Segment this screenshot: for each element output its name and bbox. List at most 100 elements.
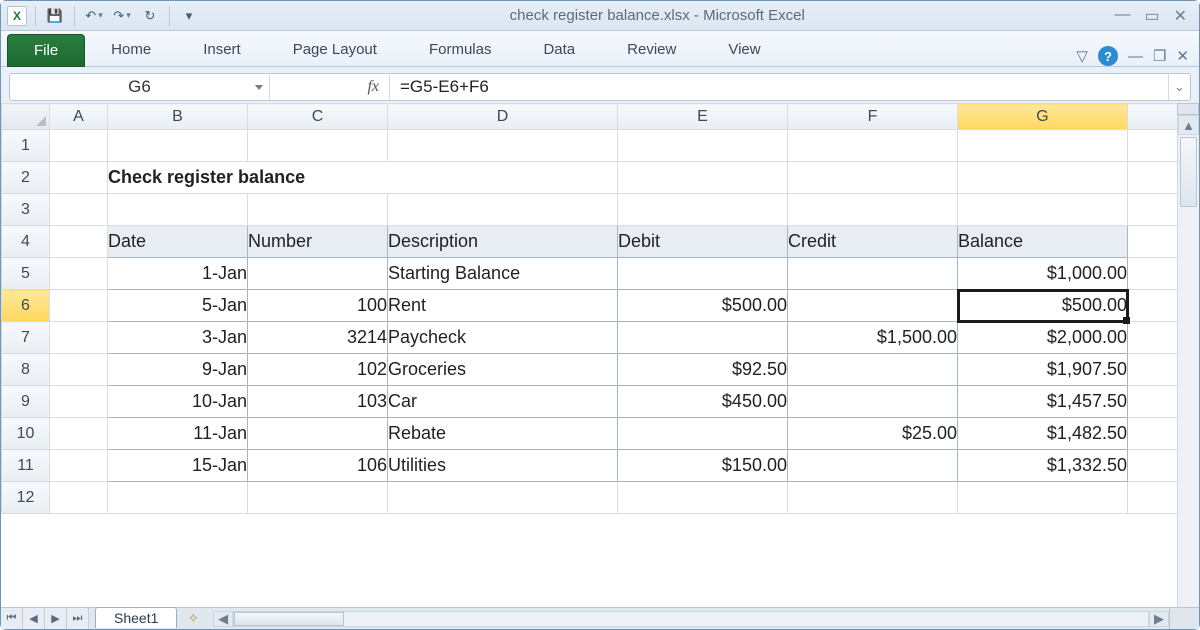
sheet-title[interactable]: Check register balance xyxy=(108,162,618,194)
row-header[interactable]: 7 xyxy=(2,322,50,354)
row-header[interactable]: 10 xyxy=(2,418,50,450)
cell[interactable] xyxy=(788,290,958,322)
row-header[interactable]: 5 xyxy=(2,258,50,290)
cell[interactable]: Paycheck xyxy=(388,322,618,354)
cell[interactable]: $150.00 xyxy=(618,450,788,482)
name-box[interactable]: G6 xyxy=(10,74,270,100)
tab-nav-last[interactable]: ⏭ xyxy=(67,608,89,629)
cell[interactable]: Groceries xyxy=(388,354,618,386)
cell[interactable]: 1-Jan xyxy=(108,258,248,290)
cell[interactable] xyxy=(248,258,388,290)
cell[interactable]: 103 xyxy=(248,386,388,418)
row-header[interactable]: 11 xyxy=(2,450,50,482)
tab-data[interactable]: Data xyxy=(517,33,601,66)
save-button[interactable]: 💾 xyxy=(44,5,66,27)
cell[interactable]: 3214 xyxy=(248,322,388,354)
cell[interactable] xyxy=(788,450,958,482)
cell[interactable]: $1,482.50 xyxy=(958,418,1128,450)
table-header[interactable]: Description xyxy=(388,226,618,258)
file-tab[interactable]: File xyxy=(7,34,85,67)
cell[interactable] xyxy=(788,386,958,418)
cell[interactable]: $1,500.00 xyxy=(788,322,958,354)
workbook-restore-icon[interactable]: ❐ xyxy=(1153,47,1166,65)
table-header[interactable]: Debit xyxy=(618,226,788,258)
table-header[interactable]: Credit xyxy=(788,226,958,258)
tab-nav-next[interactable]: ▶ xyxy=(45,608,67,629)
spreadsheet-grid[interactable]: A B C D E F G H 1 2 Check re xyxy=(1,103,1199,514)
col-header-A[interactable]: A xyxy=(50,104,108,130)
scroll-thumb[interactable] xyxy=(1180,137,1197,207)
cell[interactable]: 9-Jan xyxy=(108,354,248,386)
scroll-right-icon[interactable]: ▶ xyxy=(1149,611,1169,627)
table-header[interactable]: Balance xyxy=(958,226,1128,258)
cell[interactable]: Utilities xyxy=(388,450,618,482)
scroll-up-icon[interactable]: ▲ xyxy=(1178,115,1199,135)
cell[interactable]: Rent xyxy=(388,290,618,322)
vertical-split-handle[interactable] xyxy=(1177,103,1199,115)
cell[interactable]: 5-Jan xyxy=(108,290,248,322)
cell[interactable]: 3-Jan xyxy=(108,322,248,354)
tab-home[interactable]: Home xyxy=(85,33,177,66)
col-header-D[interactable]: D xyxy=(388,104,618,130)
fx-icon[interactable]: fx xyxy=(367,78,379,96)
redo-button[interactable]: ↷ xyxy=(111,5,133,27)
scroll-left-icon[interactable]: ◀ xyxy=(213,611,233,627)
cell[interactable] xyxy=(248,418,388,450)
workbook-minimize-icon[interactable]: — xyxy=(1128,48,1143,65)
close-button[interactable]: ✕ xyxy=(1174,6,1187,26)
row-header[interactable]: 8 xyxy=(2,354,50,386)
cell[interactable]: $2,000.00 xyxy=(958,322,1128,354)
formula-expand-icon[interactable]: ⌄ xyxy=(1168,74,1190,100)
col-header-G[interactable]: G xyxy=(958,104,1128,130)
maximize-button[interactable]: ▭ xyxy=(1144,6,1159,26)
workbook-close-icon[interactable]: ✕ xyxy=(1176,47,1189,65)
table-header[interactable]: Date xyxy=(108,226,248,258)
cell[interactable] xyxy=(618,322,788,354)
cell[interactable] xyxy=(788,258,958,290)
row-header[interactable]: 12 xyxy=(2,482,50,514)
table-header[interactable]: Number xyxy=(248,226,388,258)
cell[interactable]: $450.00 xyxy=(618,386,788,418)
col-header-E[interactable]: E xyxy=(618,104,788,130)
col-header-C[interactable]: C xyxy=(248,104,388,130)
cell[interactable]: 102 xyxy=(248,354,388,386)
tab-review[interactable]: Review xyxy=(601,33,702,66)
minimize-button[interactable]: — xyxy=(1114,6,1130,26)
cell[interactable]: $1,000.00 xyxy=(958,258,1128,290)
help-icon[interactable]: ? xyxy=(1098,46,1118,66)
horizontal-split-handle[interactable] xyxy=(1169,608,1199,629)
cell[interactable]: 106 xyxy=(248,450,388,482)
row-header[interactable]: 4 xyxy=(2,226,50,258)
vertical-scrollbar[interactable]: ▲ xyxy=(1177,115,1199,607)
sheet-tab[interactable]: Sheet1 xyxy=(95,607,177,628)
select-all-corner[interactable] xyxy=(2,104,50,130)
cell[interactable]: 11-Jan xyxy=(108,418,248,450)
cell[interactable] xyxy=(618,418,788,450)
cell[interactable]: 10-Jan xyxy=(108,386,248,418)
cell[interactable] xyxy=(788,354,958,386)
row-header[interactable]: 2 xyxy=(2,162,50,194)
formula-input[interactable]: =G5-E6+F6 xyxy=(390,77,1168,97)
cell[interactable]: Rebate xyxy=(388,418,618,450)
tab-formulas[interactable]: Formulas xyxy=(403,33,518,66)
cell[interactable]: $1,907.50 xyxy=(958,354,1128,386)
row-header[interactable]: 6 xyxy=(2,290,50,322)
row-header[interactable]: 3 xyxy=(2,194,50,226)
qat-customize[interactable]: ▾ xyxy=(178,5,200,27)
cell[interactable] xyxy=(618,258,788,290)
cell[interactable]: $1,332.50 xyxy=(958,450,1128,482)
tab-view[interactable]: View xyxy=(702,33,786,66)
row-header[interactable]: 1 xyxy=(2,130,50,162)
tab-nav-first[interactable]: ⏮ xyxy=(1,608,23,629)
new-sheet-icon[interactable]: ✧ xyxy=(187,608,199,629)
tab-page-layout[interactable]: Page Layout xyxy=(267,33,403,66)
tab-insert[interactable]: Insert xyxy=(177,33,267,66)
scroll-thumb[interactable] xyxy=(234,612,344,626)
col-header-F[interactable]: F xyxy=(788,104,958,130)
cell[interactable]: 100 xyxy=(248,290,388,322)
cell[interactable]: 15-Jan xyxy=(108,450,248,482)
cell[interactable]: $25.00 xyxy=(788,418,958,450)
refresh-button[interactable]: ↻ xyxy=(139,5,161,27)
ribbon-minimize-icon[interactable]: ▽ xyxy=(1076,47,1088,65)
col-header-B[interactable]: B xyxy=(108,104,248,130)
